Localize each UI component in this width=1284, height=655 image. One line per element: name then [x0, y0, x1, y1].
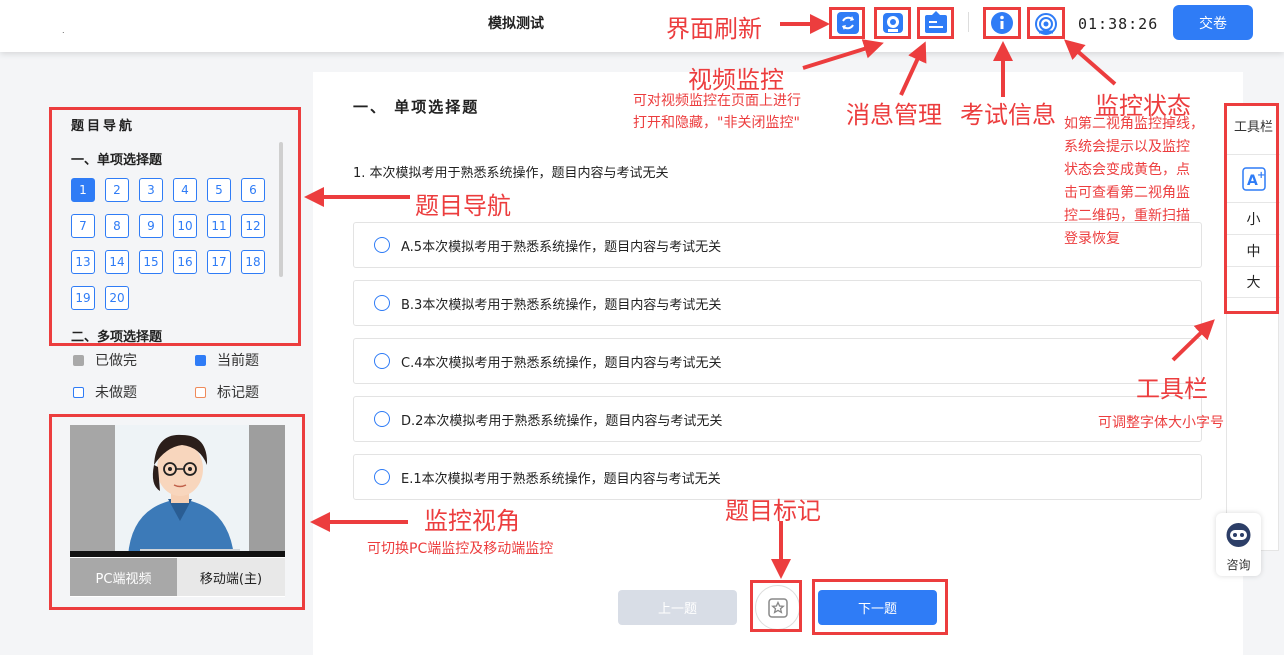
- annotation-arrows: [304, 14, 1215, 579]
